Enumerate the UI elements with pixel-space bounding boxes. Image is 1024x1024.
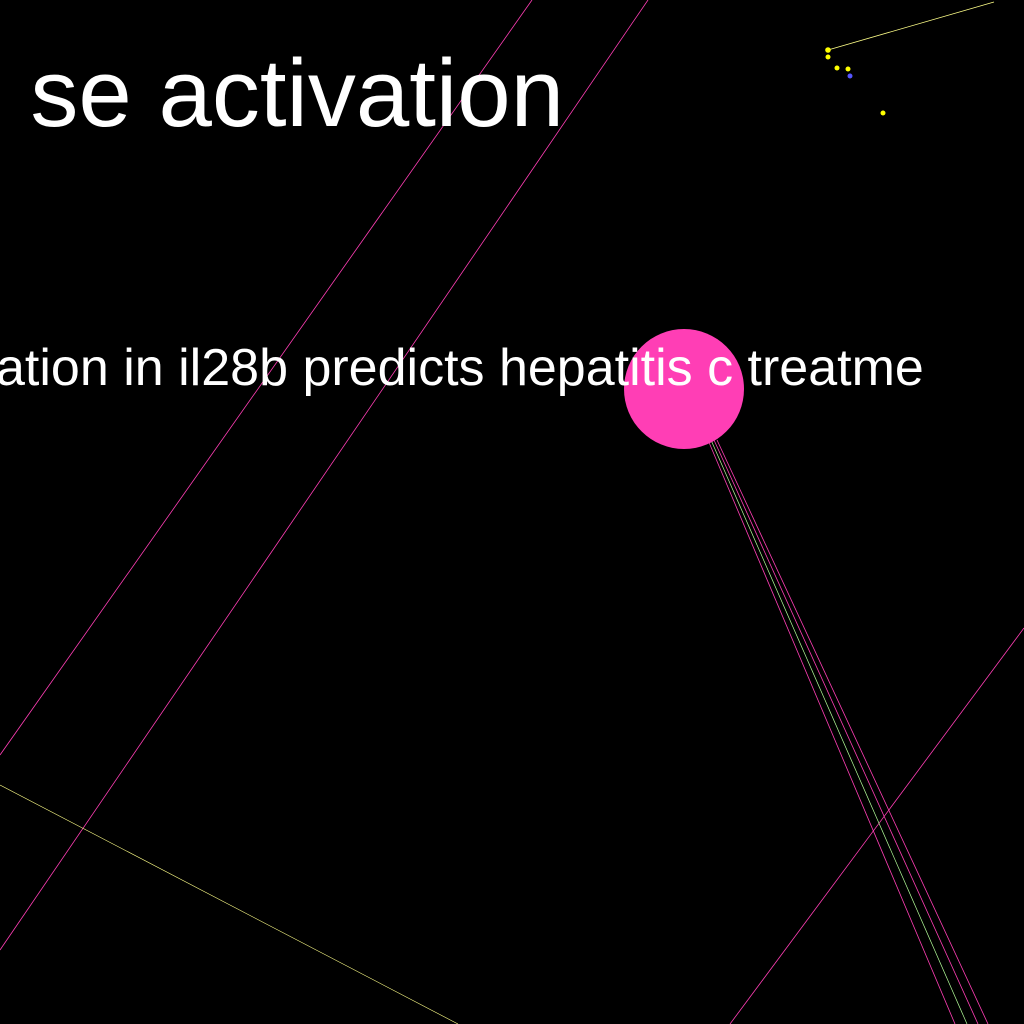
edge-line-8 <box>713 439 979 1024</box>
edge-line-2 <box>0 0 649 951</box>
edge-line-1 <box>0 0 533 756</box>
edge-line-9 <box>716 439 989 1024</box>
edge-layer <box>0 0 1024 1024</box>
node-small-4[interactable] <box>845 66 851 72</box>
node-small-1[interactable] <box>825 47 831 53</box>
node-hub[interactable] <box>624 329 744 449</box>
node-small-3[interactable] <box>834 65 840 71</box>
edge-line-6 <box>707 439 956 1024</box>
graph-canvas: se activation ation in il28b predicts he… <box>0 0 1024 1024</box>
edge-line-3 <box>729 627 1024 1024</box>
edge-line-7 <box>710 439 968 1024</box>
node-small-2[interactable] <box>825 54 831 60</box>
node-small-5[interactable] <box>847 73 853 79</box>
node-layer <box>624 47 886 449</box>
network-graph <box>0 0 1024 1024</box>
node-small-6[interactable] <box>880 110 886 116</box>
edge-line-5 <box>827 1 995 51</box>
edge-line-4 <box>0 784 459 1024</box>
